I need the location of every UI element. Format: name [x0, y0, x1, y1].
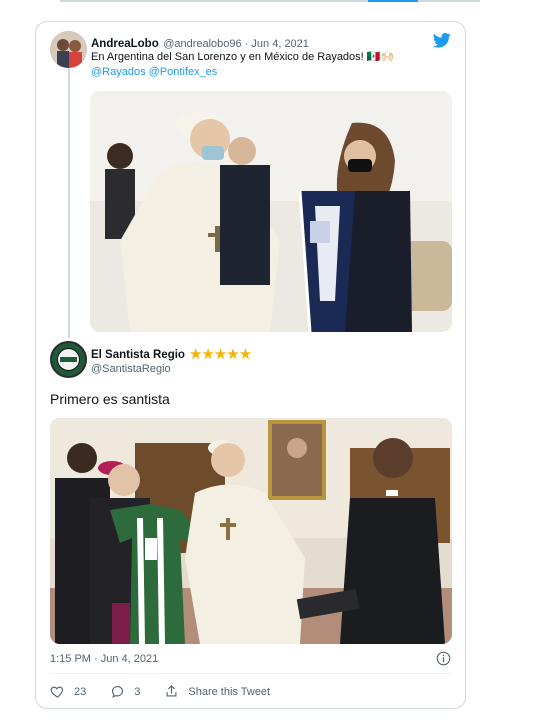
mention-pontifex[interactable]: @Pontifex_es — [149, 66, 218, 78]
thread-line — [68, 68, 70, 338]
tweet-actions: 23 3 Share this Tweet — [50, 684, 294, 699]
like-button[interactable]: 23 — [50, 684, 86, 699]
quoted-author-name[interactable]: AndreaLobo — [91, 38, 159, 50]
top-accent-bar — [368, 0, 418, 2]
avatar-santista-regio[interactable] — [50, 341, 87, 378]
quoted-tweet-photo[interactable] — [90, 91, 452, 332]
tweet-timestamp[interactable]: 1:15 PM · Jun 4, 2021 — [50, 653, 158, 665]
heart-icon — [50, 686, 64, 698]
reply-button[interactable]: 3 — [110, 684, 140, 699]
main-author-name[interactable]: El Santista Regio — [91, 349, 185, 361]
main-tweet-photo[interactable] — [50, 418, 452, 644]
info-icon[interactable] — [436, 651, 451, 666]
twitter-bird-icon[interactable] — [432, 31, 452, 49]
quoted-date[interactable]: Jun 4, 2021 — [251, 38, 309, 50]
actions-divider — [50, 673, 452, 674]
avatar-andrealobo[interactable] — [50, 31, 87, 68]
quoted-separator: · — [241, 38, 252, 50]
main-author-handle[interactable]: @SantistaRegio — [91, 363, 171, 375]
main-tweet-text: Primero es santista — [50, 391, 170, 407]
share-label: Share this Tweet — [188, 685, 271, 698]
quoted-tweet-mentions: @Rayados @Pontifex_es — [91, 65, 217, 80]
reply-icon — [112, 685, 124, 698]
five-stars-icon: ★★★★★ — [188, 346, 252, 363]
share-button[interactable]: Share this Tweet — [164, 684, 270, 699]
reply-count: 3 — [134, 685, 141, 698]
main-author-row: El Santista Regio ★★★★★ — [91, 346, 252, 363]
share-icon — [166, 685, 177, 697]
quoted-author-handle[interactable]: @andrealobo96 — [163, 38, 241, 50]
mention-rayados[interactable]: @Rayados — [91, 66, 146, 78]
like-count: 23 — [74, 685, 87, 698]
quoted-tweet-text: En Argentina del San Lorenzo y en México… — [91, 51, 395, 63]
